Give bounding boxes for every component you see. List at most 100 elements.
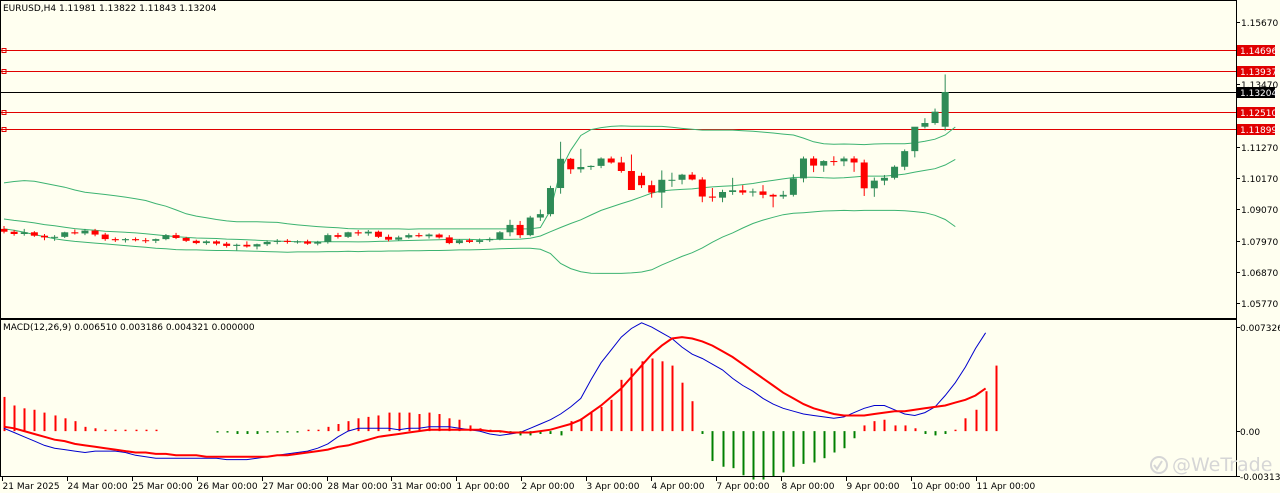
candle-body <box>799 158 807 179</box>
candle-body <box>820 161 828 166</box>
candle-body <box>668 179 676 181</box>
macd-header: MACD(12,26,9) 0.006510 0.003186 0.004321… <box>3 323 255 333</box>
candle-body <box>233 244 241 246</box>
candle-body <box>425 234 433 237</box>
candle-body <box>81 230 89 234</box>
candle-body <box>61 232 69 237</box>
candle-body <box>314 241 322 244</box>
candle-body <box>719 191 727 198</box>
candle-body <box>779 194 787 197</box>
candle-body <box>840 158 848 162</box>
candle-body <box>850 158 858 163</box>
candle-body <box>152 239 160 241</box>
price-header: EURUSD,H4 1.11981 1.13822 1.11843 1.1320… <box>3 4 217 14</box>
candle-body <box>334 235 342 237</box>
candle-body <box>415 235 423 237</box>
candle-body <box>769 194 777 197</box>
candle <box>526 215 534 237</box>
candle-body <box>830 161 838 163</box>
candle-body <box>678 174 686 180</box>
candle-body <box>455 240 463 244</box>
time-tick-label: 26 Mar 00:00 <box>198 482 258 492</box>
candle-body <box>172 235 180 238</box>
candle-body <box>638 175 646 186</box>
candle-body <box>182 237 190 241</box>
candle-body <box>708 196 716 198</box>
candle-body <box>344 232 352 237</box>
candle-body <box>941 91 949 127</box>
candle-body <box>91 230 99 235</box>
candle-body <box>526 217 534 236</box>
candle-body <box>789 178 797 195</box>
candle-body <box>132 239 140 241</box>
candle-body <box>810 158 818 166</box>
price-tick-label: 1.06870 <box>1241 269 1278 279</box>
candle-body <box>101 234 109 240</box>
macd-tick-label: 0.007326 <box>1240 324 1280 334</box>
candle-body <box>749 191 757 193</box>
candle-body <box>587 165 595 168</box>
candle-body <box>0 228 8 232</box>
time-tick-label: 2 Apr 00:00 <box>522 482 575 492</box>
candle-body <box>263 241 271 245</box>
candle-body <box>30 232 38 236</box>
candle-body <box>901 151 909 167</box>
candle-body <box>223 243 231 246</box>
candle-body <box>466 240 474 242</box>
watermark-text: @WeTrade <box>1172 454 1272 476</box>
time-tick-label: 10 Apr 00:00 <box>912 482 971 492</box>
time-tick-label: 1 Apr 00:00 <box>457 482 510 492</box>
candle-body <box>283 240 291 242</box>
candle-body <box>607 158 615 163</box>
candle-body <box>739 190 747 193</box>
candle-body <box>20 232 28 234</box>
candle-body <box>536 214 544 218</box>
candle-body <box>860 162 868 189</box>
candle-body <box>253 244 261 247</box>
candle-body <box>385 236 393 240</box>
current-price-label: 1.13204 <box>1240 89 1277 99</box>
candle-body <box>880 177 888 181</box>
candle-body <box>202 241 210 244</box>
candle-body <box>273 240 281 242</box>
price-tick-label: 1.10170 <box>1241 175 1278 185</box>
candle-body <box>324 235 332 242</box>
candle-body <box>627 170 635 191</box>
candle-body <box>506 224 514 233</box>
time-tick-label: 28 Mar 00:00 <box>328 482 388 492</box>
candle-body <box>293 241 301 243</box>
candle-body <box>243 244 251 247</box>
time-tick-label: 27 Mar 00:00 <box>263 482 323 492</box>
candle-body <box>546 188 554 215</box>
candle-body <box>577 167 585 170</box>
candle-body <box>405 235 413 238</box>
time-tick-label: 25 Mar 00:00 <box>133 482 193 492</box>
candle-body <box>111 239 119 241</box>
candle-body <box>597 158 605 166</box>
candle-body <box>486 239 494 241</box>
candle-body <box>870 180 878 189</box>
candle-body <box>213 241 221 244</box>
level-price-label: 1.11899 <box>1240 126 1277 136</box>
time-tick-label: 8 Apr 00:00 <box>782 482 835 492</box>
level-price-label: 1.12510 <box>1240 109 1277 119</box>
candle-body <box>698 179 706 197</box>
candle-body <box>911 126 919 152</box>
candle-body <box>648 185 656 193</box>
candle-body <box>931 111 939 124</box>
price-tick-label: 1.09070 <box>1241 206 1278 216</box>
time-tick-label: 24 Mar 00:00 <box>68 482 128 492</box>
candle <box>891 165 899 180</box>
level-price-label: 1.13937 <box>1240 68 1277 78</box>
candle-body <box>71 232 79 234</box>
price-tick-label: 1.07970 <box>1241 238 1278 248</box>
candle-body <box>445 237 453 244</box>
candle-body <box>304 241 312 244</box>
trading-chart[interactable]: 1.156701.134701.112701.101701.090701.079… <box>0 0 1280 493</box>
candle-body <box>688 174 696 180</box>
candle <box>546 185 554 217</box>
candle <box>496 231 504 241</box>
candle-body <box>891 166 899 178</box>
candle-body <box>496 232 504 240</box>
candle-body <box>435 234 443 238</box>
